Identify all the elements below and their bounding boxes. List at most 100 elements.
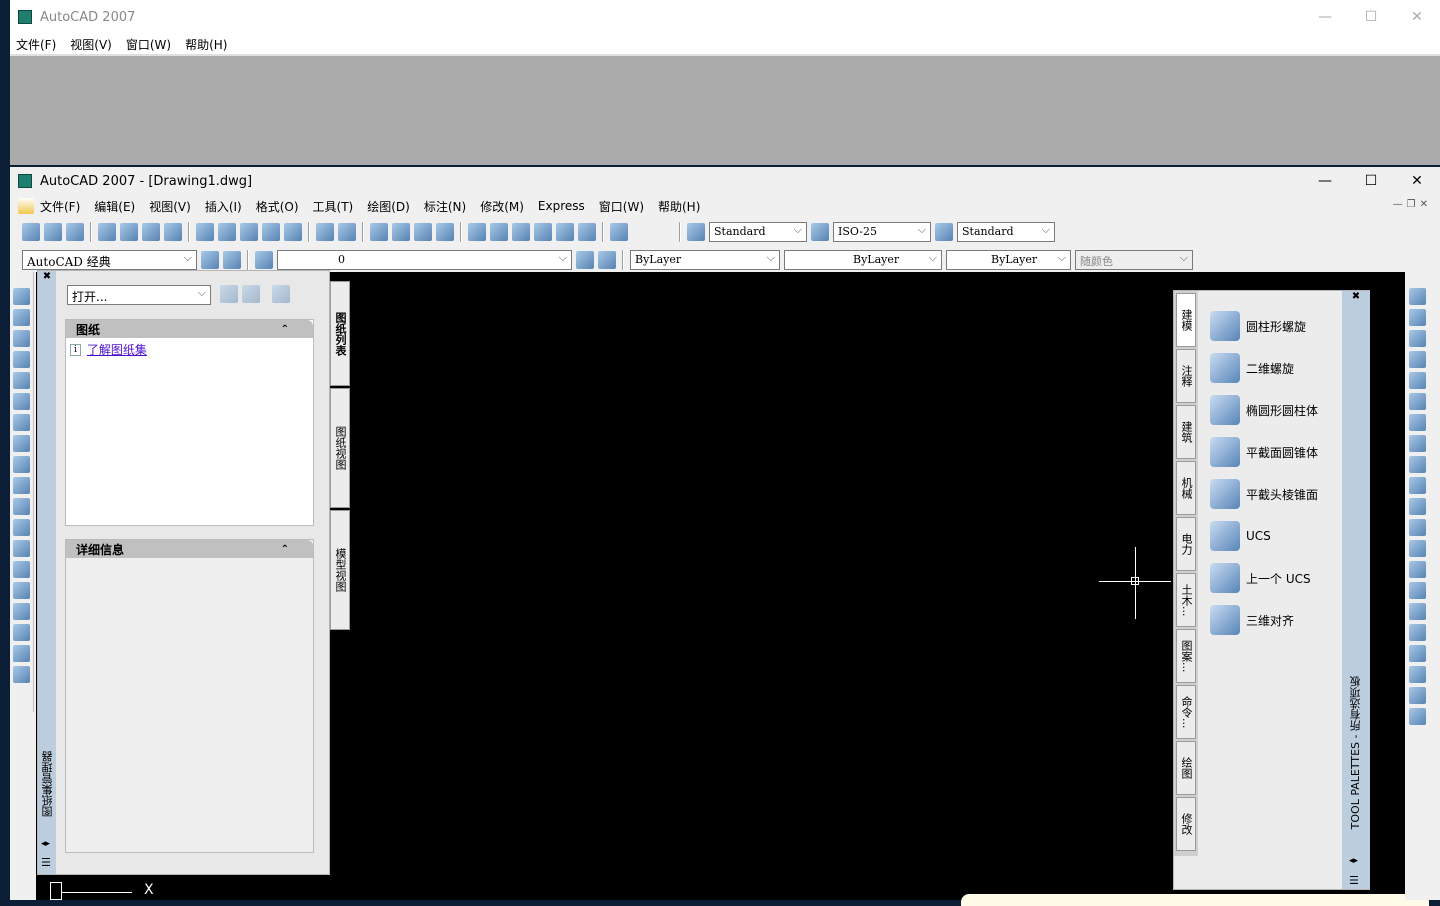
menu-item[interactable]: 窗口(W)	[126, 36, 171, 53]
maximize-button[interactable]: ☐	[1348, 167, 1394, 195]
circle-icon[interactable]	[13, 414, 30, 431]
draworder-under-icon[interactable]	[1409, 708, 1426, 725]
tool-palette-tab[interactable]: 土木...	[1176, 573, 1196, 627]
ellipse-arc-icon[interactable]	[13, 498, 30, 515]
zoom-realtime-icon[interactable]	[392, 223, 410, 241]
scale-icon[interactable]	[1409, 435, 1426, 452]
polygon-icon[interactable]	[13, 351, 30, 368]
revcloud-icon[interactable]	[13, 435, 30, 452]
block-edit-icon[interactable]	[284, 223, 302, 241]
markup-icon[interactable]	[556, 223, 574, 241]
collapse-icon[interactable]: ⌃	[281, 324, 289, 335]
tab-sheet-views[interactable]: 图纸视图	[330, 388, 350, 508]
new-icon[interactable]	[22, 223, 40, 241]
doc-minimize-button[interactable]: —	[1393, 199, 1403, 210]
open-select[interactable]: 打开...	[67, 285, 211, 305]
preview-icon[interactable]	[120, 223, 138, 241]
dim-style-select[interactable]: ISO-25	[833, 222, 931, 242]
dim-style-icon[interactable]	[811, 223, 829, 241]
offset-icon[interactable]	[1409, 351, 1426, 368]
move-icon[interactable]	[1409, 393, 1426, 410]
copy-object-icon[interactable]	[1409, 309, 1426, 326]
tool-item[interactable]: 平截头棱锥面	[1210, 473, 1318, 515]
minimize-button[interactable]: —	[1302, 167, 1348, 195]
close-icon[interactable]: ✖	[1342, 291, 1370, 302]
tab-model-views[interactable]: 模型视图	[330, 510, 350, 630]
menu-item[interactable]: Express	[538, 199, 585, 213]
menu-item[interactable]: 视图(V)	[70, 36, 112, 53]
erase-icon[interactable]	[1409, 288, 1426, 305]
join-icon[interactable]	[1409, 561, 1426, 578]
menu-item[interactable]: 视图(V)	[149, 198, 191, 215]
publish-dwf-icon[interactable]	[220, 285, 238, 303]
menu-item[interactable]: 帮助(H)	[185, 36, 227, 53]
menu-item[interactable]: 编辑(E)	[94, 198, 135, 215]
hatch-icon[interactable]	[13, 582, 30, 599]
publish-plot-icon[interactable]	[242, 285, 260, 303]
design-center-icon[interactable]	[490, 223, 508, 241]
tool-palettes-icon[interactable]	[512, 223, 530, 241]
web-icon[interactable]	[164, 223, 182, 241]
text-style-select[interactable]: Standard	[709, 222, 807, 242]
menu-item[interactable]: 窗口(W)	[599, 198, 644, 215]
chamfer-icon[interactable]	[1409, 582, 1426, 599]
properties-menu-icon[interactable]: ☰	[1349, 874, 1359, 887]
copy-icon[interactable]	[218, 223, 236, 241]
fillet-icon[interactable]	[1409, 603, 1426, 620]
make-block-icon[interactable]	[13, 540, 30, 557]
tool-palette-tab[interactable]: 建模	[1176, 293, 1196, 347]
maximize-button[interactable]: ☐	[1348, 0, 1394, 34]
close-icon[interactable]: ✖	[38, 271, 56, 282]
tool-palette-tab[interactable]: 注释	[1176, 349, 1196, 403]
break-point-icon[interactable]	[1409, 519, 1426, 536]
tool-palette-tab[interactable]: 机械	[1176, 461, 1196, 515]
menu-item[interactable]: 文件(F)	[16, 36, 56, 53]
arc-icon[interactable]	[13, 393, 30, 410]
autohide-icon[interactable]: ◂▸	[41, 839, 50, 849]
array-icon[interactable]	[1409, 372, 1426, 389]
tool-item[interactable]: 椭圆形圆柱体	[1210, 389, 1318, 431]
table-style-select[interactable]: Standard	[957, 222, 1055, 242]
menu-item[interactable]: 文件(F)	[40, 198, 80, 215]
xline-icon[interactable]	[13, 309, 30, 326]
mirror-icon[interactable]	[1409, 330, 1426, 347]
match-icon[interactable]	[262, 223, 280, 241]
layer-select[interactable]: 0	[277, 250, 572, 270]
color-select[interactable]: ByLayer	[630, 250, 780, 270]
doc-restore-button[interactable]: ❐	[1407, 199, 1416, 210]
autohide-icon[interactable]: ◂▸	[1349, 856, 1358, 866]
tool-item[interactable]: 平截面圆锥体	[1210, 431, 1318, 473]
close-button[interactable]: ✕	[1394, 167, 1440, 195]
region-icon[interactable]	[13, 624, 30, 641]
paste-icon[interactable]	[240, 223, 258, 241]
menu-item[interactable]: 帮助(H)	[658, 198, 700, 215]
open-icon[interactable]	[44, 223, 62, 241]
learn-sheetsets-link[interactable]: 了解图纸集	[87, 341, 147, 358]
point-icon[interactable]	[13, 561, 30, 578]
close-button[interactable]: ✕	[1394, 0, 1440, 34]
properties-icon[interactable]	[468, 223, 486, 241]
tool-palette-tab[interactable]: 修改	[1176, 797, 1196, 851]
rectangle-icon[interactable]	[13, 372, 30, 389]
table-style-icon[interactable]	[935, 223, 953, 241]
tool-item[interactable]: UCS	[1210, 515, 1318, 557]
menu-item[interactable]: 格式(O)	[256, 198, 299, 215]
make-layer-current-icon[interactable]	[576, 251, 594, 269]
properties-menu-icon[interactable]: ☰	[41, 856, 51, 869]
gradient-icon[interactable]	[13, 603, 30, 620]
break-icon[interactable]	[1409, 540, 1426, 557]
stretch-icon[interactable]	[1409, 456, 1426, 473]
text-style-icon[interactable]	[687, 223, 705, 241]
polyline-icon[interactable]	[13, 330, 30, 347]
table-icon[interactable]	[13, 645, 30, 662]
tool-item[interactable]: 三维对齐	[1210, 599, 1318, 641]
pan-icon[interactable]	[370, 223, 388, 241]
rotate-icon[interactable]	[1409, 414, 1426, 431]
collapse-icon[interactable]: ⌃	[281, 544, 289, 555]
linetype-select[interactable]: ByLayer	[784, 250, 942, 270]
save-icon[interactable]	[66, 223, 84, 241]
tool-palette-tab[interactable]: 命令...	[1176, 685, 1196, 739]
draworder-above-icon[interactable]	[1409, 687, 1426, 704]
explode-icon[interactable]	[1409, 624, 1426, 641]
extend-icon[interactable]	[1409, 498, 1426, 515]
